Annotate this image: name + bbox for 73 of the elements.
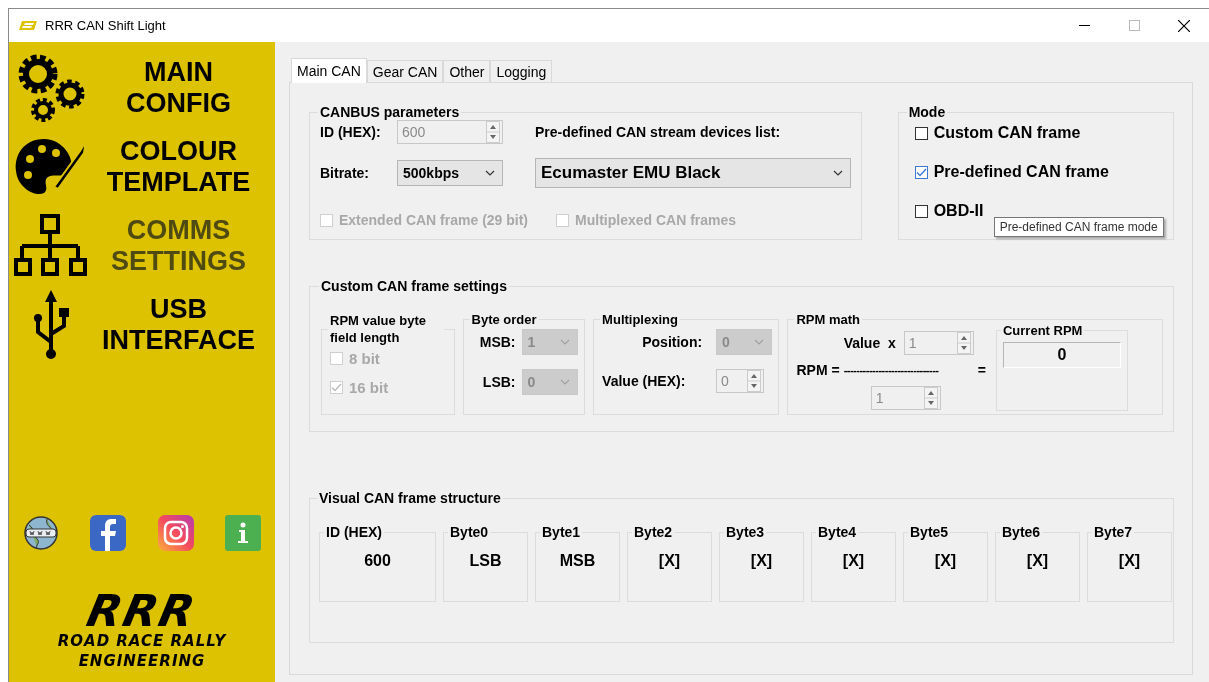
sidebar-item[interactable]: COMMS SETTINGS — [90, 214, 275, 277]
byte-value: [X] — [841, 552, 866, 570]
sidebar-item[interactable]: COLOUR TEMPLATE — [90, 135, 275, 198]
byte-value: [X] — [749, 552, 774, 570]
group-title: Multiplexing — [601, 312, 679, 327]
facebook-icon[interactable] — [90, 515, 127, 551]
logo-title: RRR — [83, 591, 201, 631]
field-label: MSB: — [478, 334, 517, 350]
group-title: RPM value byte field length — [329, 312, 428, 346]
byte-value: MSB — [558, 552, 597, 570]
byte-label: Byte0 — [449, 524, 490, 540]
byte-label: Byte4 — [817, 524, 858, 540]
byte-value: LSB — [468, 552, 503, 570]
minimize-icon[interactable] — [1078, 24, 1090, 27]
field-label: LSB: — [481, 374, 517, 390]
tab[interactable]: Main CAN — [291, 58, 367, 83]
byte-label: Byte2 — [633, 524, 674, 540]
byte-value: [X] — [933, 552, 958, 570]
byte-value: [X] — [657, 552, 682, 570]
instagram-icon[interactable] — [157, 515, 194, 551]
group-title: Visual CAN frame structure — [318, 490, 502, 506]
group-title: RPM math — [795, 312, 861, 327]
network-icon — [14, 213, 88, 278]
field-label: Bitrate: — [320, 165, 370, 181]
tab[interactable]: Gear CAN — [366, 60, 444, 82]
device-dropdown[interactable]: Ecumaster EMU Black — [535, 158, 851, 188]
group-title: Current RPM — [1001, 323, 1084, 338]
field-label: = — [977, 362, 986, 379]
tab[interactable]: Logging — [490, 60, 553, 82]
sidebar-item[interactable]: MAIN CONFIG — [90, 56, 275, 119]
byte-label: ID (HEX) — [325, 524, 383, 540]
group-title: Byte order — [470, 312, 538, 327]
byte-label: Byte6 — [1001, 524, 1042, 540]
caret-icon — [754, 339, 765, 345]
field-label: Value (HEX): — [602, 373, 687, 389]
byte-label: Byte5 — [909, 524, 950, 540]
checkbox-label[interactable]: Pre-defined CAN frame — [933, 163, 1109, 181]
byte-label: Byte1 — [541, 524, 582, 540]
globe-icon[interactable] — [23, 515, 59, 551]
byte-value: 600 — [363, 552, 392, 570]
group-title: Custom CAN frame settings — [320, 278, 508, 294]
field-label: ID (HEX): — [320, 124, 382, 140]
tooltip: Pre-defined CAN frame mode — [993, 217, 1164, 237]
field-label: Position: — [641, 334, 704, 350]
window-title: RRR CAN Shift Light — [45, 18, 167, 33]
bitrate-dropdown[interactable]: 500kbps — [397, 160, 503, 186]
tab[interactable]: Other — [443, 60, 491, 82]
close-icon[interactable] — [1178, 19, 1190, 32]
checkbox-label[interactable]: OBD-II — [933, 202, 984, 220]
checkbox[interactable] — [914, 126, 928, 140]
group-title: Mode — [907, 104, 947, 120]
field-label: Pre-defined CAN stream devices list: — [535, 124, 782, 140]
field-label: Value x — [843, 334, 896, 351]
caret-icon — [559, 379, 570, 385]
field-label: RPM = — [796, 362, 840, 379]
group-title: CANBUS parameters — [319, 104, 461, 120]
checkbox[interactable] — [914, 204, 928, 218]
byte-value: [X] — [1025, 552, 1050, 570]
sidebar-item[interactable]: USB INTERFACE — [90, 293, 275, 356]
caret-icon — [833, 170, 843, 176]
byte-label: Byte7 — [1093, 524, 1134, 540]
checkbox-label[interactable]: Custom CAN frame — [933, 124, 1081, 142]
caret-icon — [485, 170, 495, 176]
caret-icon — [559, 339, 570, 345]
fraction-line: ------------------------------ — [843, 364, 940, 377]
checkbox[interactable] — [914, 165, 928, 179]
logo-text: ROAD RACE RALLY — [57, 631, 227, 651]
byte-value: [X] — [1117, 552, 1142, 570]
byte-label: Byte3 — [725, 524, 766, 540]
app-logo-icon — [19, 21, 37, 30]
rpm-readout: 0 — [1002, 342, 1121, 368]
logo-text: ENGINEERING — [78, 651, 206, 671]
info-icon[interactable] — [225, 515, 261, 551]
